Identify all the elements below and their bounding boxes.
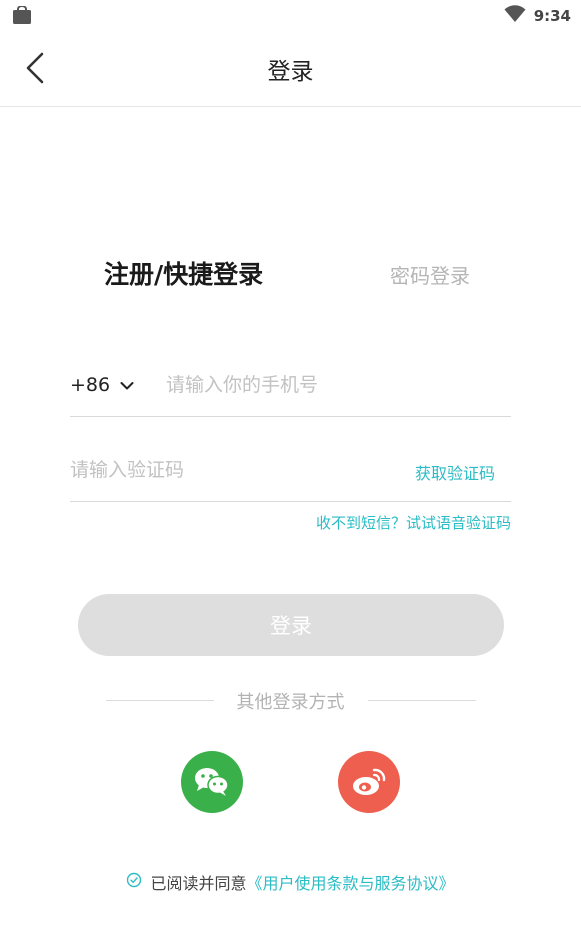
wechat-login-button[interactable]: [181, 751, 243, 813]
login-page: 9:34 登录 注册/快捷登录 密码登录 +86 获取验证码 收不到短信？试试语…: [0, 0, 581, 930]
chevron-down-icon: [120, 374, 134, 396]
page-title: 登录: [267, 59, 314, 85]
divider-right: [368, 700, 476, 701]
agreement-prefix: 已阅读并同意: [150, 874, 247, 893]
shopping-bag-icon: [12, 5, 32, 28]
country-code-selector[interactable]: +86: [70, 372, 134, 398]
phone-input[interactable]: [166, 370, 496, 400]
status-bar: 9:34: [0, 0, 581, 32]
country-code-label: +86: [70, 374, 111, 396]
weibo-icon: [353, 768, 386, 795]
tab-quick-login[interactable]: 注册/快捷登录: [104, 255, 263, 291]
code-input[interactable]: [70, 455, 370, 485]
other-login-label: 其他登录方式: [236, 692, 345, 713]
wechat-icon: [195, 768, 229, 796]
status-indicators: 9:34: [504, 5, 571, 27]
login-button[interactable]: 登录: [78, 594, 504, 656]
status-time: 9:34: [533, 7, 571, 25]
agreement-checkbox[interactable]: [126, 872, 142, 892]
phone-row: +86: [70, 360, 511, 417]
nav-bar: 登录: [0, 32, 581, 107]
tab-password-login[interactable]: 密码登录: [390, 260, 470, 289]
terms-link[interactable]: 《用户使用条款与服务协议》: [247, 870, 455, 894]
get-code-button[interactable]: 获取验证码: [415, 460, 495, 484]
wifi-icon: [504, 5, 526, 27]
code-row: 获取验证码: [70, 445, 511, 502]
agreement-row: 已阅读并同意 《用户使用条款与服务协议》: [0, 870, 581, 894]
voice-code-link[interactable]: 收不到短信？试试语音验证码: [316, 512, 511, 533]
weibo-login-button[interactable]: [338, 751, 400, 813]
check-circle-icon: [127, 872, 142, 888]
